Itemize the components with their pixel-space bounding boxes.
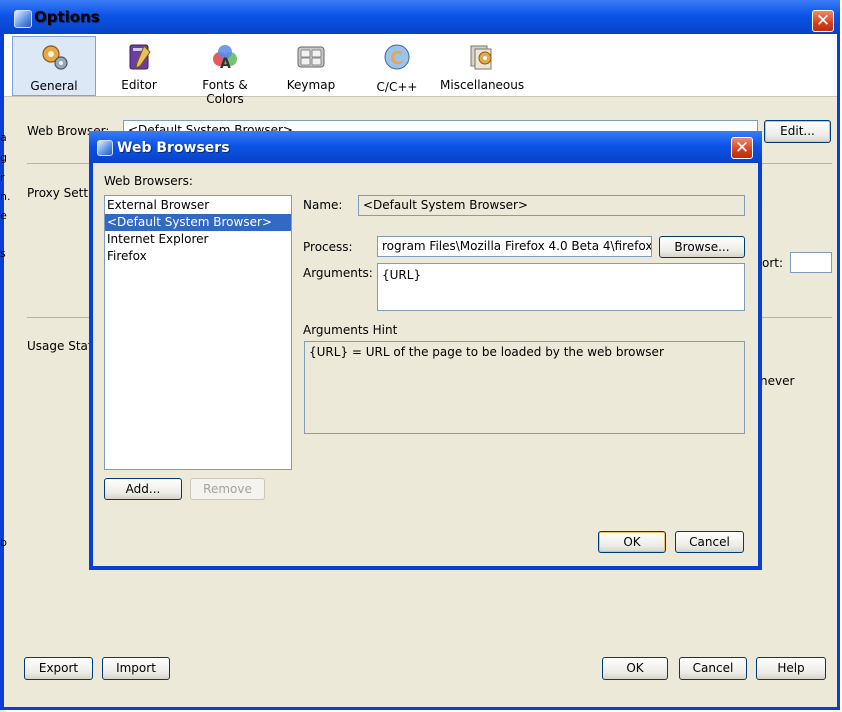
options-cancel-button[interactable]: Cancel <box>679 657 747 680</box>
arguments-label: Arguments: <box>303 266 373 280</box>
web-browsers-list[interactable]: External Browser <Default System Browser… <box>104 195 292 470</box>
edge-fragment: g <box>0 151 7 164</box>
edge-fragment: r <box>0 171 5 184</box>
options-window-icon <box>14 10 32 28</box>
options-help-button[interactable]: Help <box>756 657 826 680</box>
list-item[interactable]: External Browser <box>105 197 291 214</box>
category-c-cpp[interactable]: C C/C++ <box>355 36 439 96</box>
add-browser-button[interactable]: Add... <box>104 478 182 500</box>
c-cpp-icon: C <box>384 44 410 70</box>
options-title: Options <box>34 8 100 26</box>
arguments-hint-label: Arguments Hint <box>303 323 398 337</box>
category-miscellaneous-label: Miscellaneous <box>440 78 525 92</box>
arguments-hint-text: {URL} = URL of the page to be loaded by … <box>304 341 745 434</box>
options-titlebar[interactable] <box>0 0 840 34</box>
process-field[interactable]: rogram Files\Mozilla Firefox 4.0 Beta 4\… <box>377 236 652 257</box>
name-field[interactable]: <Default System Browser> <box>358 195 745 216</box>
options-ok-button[interactable]: OK <box>602 657 668 680</box>
web-browsers-cancel-button[interactable]: Cancel <box>675 531 744 553</box>
general-gears-icon <box>42 45 68 70</box>
usage-statistics-label: Usage Stati <box>27 339 96 353</box>
svg-text:C: C <box>390 48 403 69</box>
category-fonts-colors-label: Fonts & Colors <box>202 78 248 106</box>
category-fonts-colors[interactable]: A Fonts & Colors <box>183 36 267 106</box>
edge-fragment: n. <box>0 190 11 203</box>
svg-text:A: A <box>220 56 231 72</box>
category-keymap[interactable]: Keymap <box>269 36 353 96</box>
edge-fragment: b <box>0 536 7 549</box>
category-c-cpp-label: C/C++ <box>376 80 418 94</box>
export-button[interactable]: Export <box>24 657 93 680</box>
list-item-selected[interactable]: <Default System Browser> <box>105 214 291 231</box>
web-browsers-close-button[interactable]: ✕ <box>731 137 753 159</box>
keymap-keyboard-icon <box>297 46 325 68</box>
edge-fragment: e <box>0 209 7 222</box>
import-button[interactable]: Import <box>102 657 170 680</box>
remove-browser-button[interactable]: Remove <box>190 478 265 500</box>
category-general-label: General <box>30 79 78 93</box>
port-field[interactable] <box>790 252 832 273</box>
arguments-field[interactable]: {URL} <box>377 263 745 311</box>
category-editor[interactable]: Editor <box>97 36 181 96</box>
options-close-button[interactable]: ✕ <box>812 10 834 32</box>
web-browsers-ok-button[interactable]: OK <box>598 531 666 553</box>
web-browsers-window-icon <box>97 140 113 156</box>
never-text: never <box>760 374 795 388</box>
fonts-colors-icon: A <box>213 45 237 72</box>
editor-book-icon <box>129 44 151 70</box>
list-item[interactable]: Internet Explorer <box>105 231 291 248</box>
web-browsers-title: Web Browsers <box>117 140 230 156</box>
edge-fragment: a <box>0 131 7 144</box>
process-label: Process: <box>303 240 353 254</box>
category-keymap-label: Keymap <box>286 78 336 92</box>
category-editor-label: Editor <box>121 78 157 92</box>
name-label: Name: <box>303 198 343 212</box>
category-general[interactable]: General <box>12 36 96 96</box>
category-miscellaneous[interactable]: Miscellaneous <box>440 36 524 96</box>
edit-web-browser-button[interactable]: Edit... <box>764 120 831 143</box>
port-label: ort: <box>762 256 784 270</box>
miscellaneous-icon <box>470 45 492 70</box>
edge-fragment: s <box>0 247 6 260</box>
browse-button[interactable]: Browse... <box>659 236 745 258</box>
list-item[interactable]: Firefox <box>105 248 291 265</box>
web-browsers-list-label: Web Browsers: <box>104 174 193 188</box>
